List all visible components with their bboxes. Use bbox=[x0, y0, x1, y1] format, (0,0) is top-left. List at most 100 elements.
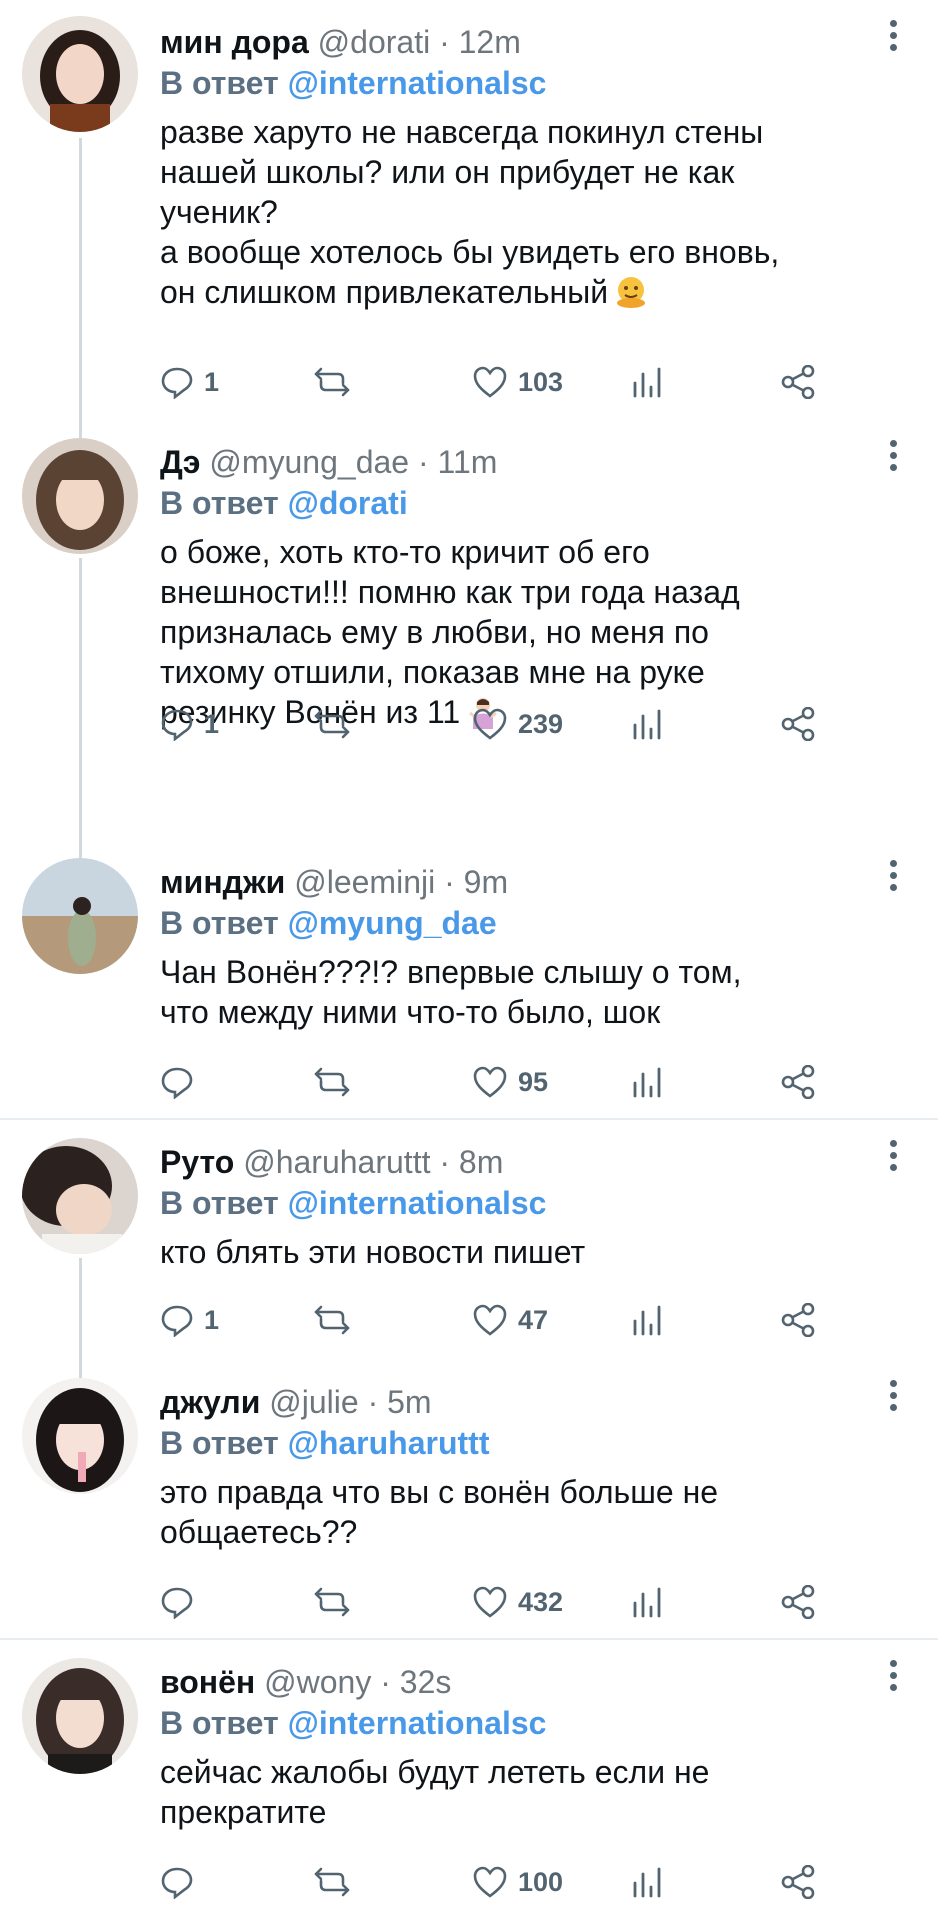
reply-label: В ответ bbox=[160, 1425, 279, 1461]
username[interactable]: @julie bbox=[269, 1384, 358, 1420]
share-icon bbox=[780, 707, 816, 741]
display-name[interactable]: джули bbox=[160, 1384, 260, 1420]
display-name[interactable]: вонён bbox=[160, 1664, 255, 1700]
avatar[interactable] bbox=[22, 438, 138, 554]
avatar[interactable] bbox=[22, 1378, 138, 1494]
like-button[interactable]: 95 bbox=[472, 1062, 548, 1102]
reply-button[interactable]: 1 bbox=[160, 362, 219, 402]
tweet-header: вонён @wony · 32s bbox=[160, 1660, 451, 1704]
reply-mention[interactable]: @internationalsc bbox=[288, 1705, 547, 1741]
tweet-text: Чан Вонён???!? впервые слышу о том, что … bbox=[160, 952, 900, 1032]
tweet[interactable]: Руто @haruharuttt · 8m В ответ @internat… bbox=[0, 1120, 938, 1360]
timestamp[interactable]: 8m bbox=[459, 1144, 503, 1180]
avatar[interactable] bbox=[22, 16, 138, 132]
tweet-text-fragment: он слишком привлекательный bbox=[160, 274, 609, 310]
analytics-icon bbox=[630, 365, 664, 399]
timestamp[interactable]: 9m bbox=[464, 864, 508, 900]
share-icon bbox=[780, 365, 816, 399]
reply-button[interactable]: 1 bbox=[160, 1300, 219, 1340]
more-options-icon[interactable] bbox=[886, 20, 900, 56]
tweet-header: мин дора @dorati · 12m bbox=[160, 20, 521, 64]
reply-context: В ответ @internationalsc bbox=[160, 1182, 546, 1224]
tweet-text-line: что между ними что-то было, шок bbox=[160, 994, 661, 1030]
reply-button[interactable] bbox=[160, 1862, 204, 1902]
thread-line bbox=[79, 840, 82, 858]
share-icon bbox=[780, 1865, 816, 1899]
reply-mention[interactable]: @internationalsc bbox=[288, 1185, 547, 1221]
reply-count: 1 bbox=[204, 708, 220, 739]
retweet-button[interactable] bbox=[312, 1062, 362, 1102]
share-button[interactable] bbox=[780, 362, 816, 402]
timestamp[interactable]: 32s bbox=[400, 1664, 452, 1700]
username[interactable]: @haruharuttt bbox=[243, 1144, 430, 1180]
timestamp[interactable]: 11m bbox=[438, 444, 498, 480]
like-button[interactable]: 100 bbox=[472, 1862, 563, 1902]
analytics-icon bbox=[630, 707, 664, 741]
share-button[interactable] bbox=[780, 704, 816, 744]
reply-icon bbox=[160, 1585, 194, 1619]
more-options-icon[interactable] bbox=[886, 440, 900, 476]
analytics-icon bbox=[630, 1303, 664, 1337]
share-button[interactable] bbox=[780, 1300, 816, 1340]
thread-line bbox=[79, 1360, 82, 1378]
reply-mention[interactable]: @haruharuttt bbox=[288, 1425, 490, 1461]
separator: · bbox=[439, 24, 450, 60]
analytics-button[interactable] bbox=[630, 1062, 664, 1102]
tweet[interactable]: вонён @wony · 32s В ответ @international… bbox=[0, 1640, 938, 1920]
timestamp[interactable]: 5m bbox=[387, 1384, 431, 1420]
like-button[interactable]: 239 bbox=[472, 704, 563, 744]
display-name[interactable]: Дэ bbox=[160, 444, 200, 480]
display-name[interactable]: минджи bbox=[160, 864, 285, 900]
reply-icon bbox=[160, 707, 194, 741]
reply-mention[interactable]: @myung_dae bbox=[288, 905, 497, 941]
tweet[interactable]: мин дора @dorati · 12m В ответ @internat… bbox=[0, 0, 938, 420]
retweet-button[interactable] bbox=[312, 1300, 362, 1340]
more-options-icon[interactable] bbox=[886, 1140, 900, 1176]
analytics-button[interactable] bbox=[630, 1862, 664, 1902]
tweet-header: Руто @haruharuttt · 8m bbox=[160, 1140, 503, 1184]
reply-mention[interactable]: @internationalsc bbox=[288, 65, 547, 101]
reply-button[interactable] bbox=[160, 1582, 204, 1622]
retweet-button[interactable] bbox=[312, 704, 362, 744]
analytics-button[interactable] bbox=[630, 1300, 664, 1340]
analytics-button[interactable] bbox=[630, 362, 664, 402]
share-button[interactable] bbox=[780, 1062, 816, 1102]
like-button[interactable]: 47 bbox=[472, 1300, 548, 1340]
username[interactable]: @dorati bbox=[318, 24, 431, 60]
avatar[interactable] bbox=[22, 1658, 138, 1774]
analytics-button[interactable] bbox=[630, 704, 664, 744]
share-button[interactable] bbox=[780, 1582, 816, 1622]
reply-button[interactable]: 1 bbox=[160, 704, 219, 744]
reply-context: В ответ @dorati bbox=[160, 482, 408, 524]
retweet-button[interactable] bbox=[312, 1582, 362, 1622]
tweet-text: кто блять эти новости пишет bbox=[160, 1232, 900, 1272]
username[interactable]: @myung_dae bbox=[209, 444, 409, 480]
retweet-button[interactable] bbox=[312, 362, 362, 402]
like-button[interactable]: 103 bbox=[472, 362, 563, 402]
tweet[interactable]: Дэ @myung_dae · 11m В ответ @dorati о бо… bbox=[0, 420, 938, 840]
avatar[interactable] bbox=[22, 858, 138, 974]
tweet-text: о боже, хоть кто-то кричит об его внешно… bbox=[160, 532, 900, 732]
more-options-icon[interactable] bbox=[886, 1380, 900, 1416]
tweet[interactable]: джули @julie · 5m В ответ @haruharuttt э… bbox=[0, 1360, 938, 1638]
like-button[interactable]: 432 bbox=[472, 1582, 563, 1622]
display-name[interactable]: мин дора bbox=[160, 24, 309, 60]
like-count: 100 bbox=[518, 1866, 564, 1897]
username[interactable]: @leeminji bbox=[294, 864, 435, 900]
more-options-icon[interactable] bbox=[886, 860, 900, 896]
more-options-icon[interactable] bbox=[886, 1660, 900, 1696]
analytics-icon bbox=[630, 1065, 664, 1099]
tweet[interactable]: минджи @leeminji · 9m В ответ @myung_dae… bbox=[0, 840, 938, 1118]
like-icon bbox=[472, 707, 508, 741]
separator: · bbox=[439, 1144, 451, 1180]
share-button[interactable] bbox=[780, 1862, 816, 1902]
reply-button[interactable] bbox=[160, 1062, 204, 1102]
timestamp[interactable]: 12m bbox=[459, 24, 521, 60]
retweet-button[interactable] bbox=[312, 1862, 362, 1902]
analytics-button[interactable] bbox=[630, 1582, 664, 1622]
display-name[interactable]: Руто bbox=[160, 1144, 234, 1180]
username[interactable]: @wony bbox=[264, 1664, 371, 1700]
reply-mention[interactable]: @dorati bbox=[288, 485, 408, 521]
avatar[interactable] bbox=[22, 1138, 138, 1254]
retweet-icon bbox=[312, 1865, 352, 1899]
